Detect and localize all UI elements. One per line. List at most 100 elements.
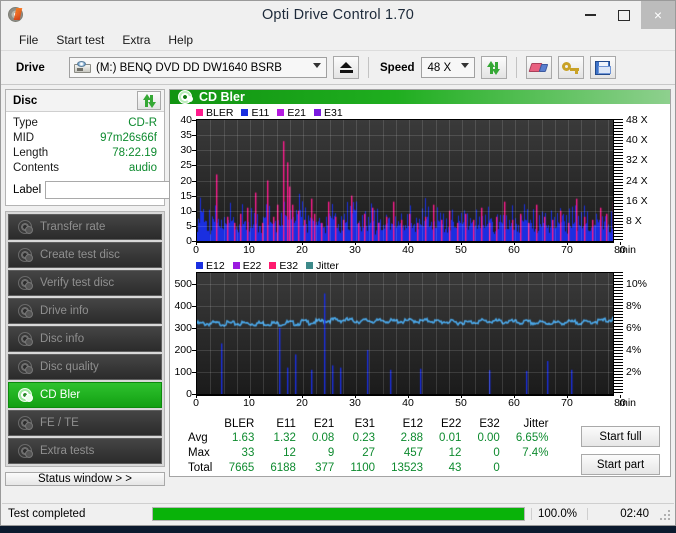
status-window-button[interactable]: Status window > > (5, 472, 165, 486)
eject-button[interactable] (333, 56, 359, 79)
menu-item-file[interactable]: File (10, 31, 47, 49)
bler-chart[interactable]: 0 5 10 15 20 25 30 35 40 8 X 16 X 24 X 32 X 40 X 48 X (170, 114, 670, 247)
sidebar-item-verify-test-disc[interactable]: Verify test disc (8, 270, 162, 296)
grid-line (197, 210, 613, 212)
cell: 7665 (228, 462, 255, 474)
disc-label-key: Label (13, 183, 42, 196)
sidebar-item-create-test-disc[interactable]: Create test disc (8, 242, 162, 268)
col-e12: E12 (402, 418, 424, 430)
sidebar-item-transfer-rate[interactable]: Transfer rate (8, 214, 162, 240)
disc-panel-title: Disc (13, 94, 38, 107)
menu-item-extra[interactable]: Extra (113, 31, 159, 49)
legend-label: E22 (242, 259, 262, 272)
menu-item-start-test[interactable]: Start test (47, 31, 113, 49)
bler-chart-y-axis: 0 5 10 15 20 25 30 35 40 (170, 114, 196, 247)
erase-button[interactable] (525, 56, 552, 79)
y2-tick-label: 8 X (626, 214, 642, 227)
refresh-arrows-icon (142, 93, 157, 108)
grid-line (395, 273, 397, 394)
y-tick-label: 25 (180, 159, 192, 172)
disc-icon (18, 444, 33, 458)
y2-tick-label: 24 X (626, 174, 648, 187)
y2-tick-label: 4% (626, 344, 642, 356)
save-button[interactable] (589, 56, 616, 79)
x-tick (249, 395, 250, 398)
x-tick-label: 50 (455, 244, 467, 256)
disc-icon (18, 388, 33, 402)
grid-line (197, 135, 613, 137)
refresh-button[interactable] (480, 56, 507, 79)
col-e31: E31 (354, 418, 376, 430)
y-tick-label: 100 (174, 366, 192, 378)
grid-line (289, 273, 291, 394)
sidebar-item-disc-info[interactable]: Disc info (8, 326, 162, 352)
progress-percent: 100.0% (531, 508, 587, 520)
legend-swatch (196, 262, 203, 269)
grid-line (382, 120, 384, 241)
sidebar-item-disc-quality[interactable]: Disc quality (8, 354, 162, 380)
x-tick-label: 0 (193, 244, 199, 256)
grid-line (316, 120, 318, 241)
y-tick-label: 200 (174, 344, 192, 356)
eraser-icon (528, 61, 549, 74)
grid-line (501, 120, 503, 241)
col-e21: E21 (313, 418, 335, 430)
grid-line (197, 225, 613, 227)
left-sidebar: Disc Type CD-R MID 97m26s66f Length 78:2… (5, 89, 249, 486)
y2-tick-label: 8% (626, 300, 642, 312)
drive-select[interactable]: (M:) BENQ DVD DD DW1640 BSRB (69, 57, 327, 78)
legend-item-e31: E31 (314, 107, 343, 119)
statistics-area: BLER E11 E21 E31 E12 E22 E32 Jitter Avg (170, 418, 670, 476)
cell: 43 (448, 462, 462, 474)
disc-refresh-button[interactable] (137, 91, 161, 110)
row-label: Total (188, 462, 213, 474)
drive-icon (74, 61, 91, 74)
menu-item-help[interactable]: Help (159, 31, 202, 49)
start-full-button[interactable]: Start full (581, 426, 660, 447)
disc-icon (18, 360, 33, 374)
start-part-button[interactable]: Start part (581, 454, 660, 475)
grid-line (250, 273, 251, 394)
speed-ruler (614, 119, 623, 242)
jitter-chart[interactable]: 0 100 200 300 400 500 2% 4% 6% 8% 10% (170, 272, 670, 400)
grid-line (197, 306, 613, 307)
sidebar-item-cd-bler[interactable]: CD Bler (8, 382, 162, 408)
grid-line (210, 120, 212, 241)
disc-row-length: Length 78:22.19 (13, 146, 157, 161)
grid-line (303, 120, 304, 241)
x-tick (196, 242, 197, 245)
legend-label: E12 (206, 259, 225, 272)
sidebar-item-fe-te[interactable]: FE / TE (8, 410, 162, 436)
resize-grip[interactable] (657, 507, 671, 521)
cell: 377 (315, 462, 335, 474)
key-button[interactable] (557, 56, 584, 79)
speed-select[interactable]: 48 X (420, 57, 475, 78)
sidebar-item-extra-tests[interactable]: Extra tests (8, 438, 162, 464)
grid-line (342, 273, 344, 394)
cell: 9 (327, 447, 335, 459)
bler-chart-speed-axis: 8 X 16 X 24 X 32 X 40 X 48 X (614, 114, 670, 242)
bler-chart-plot (196, 119, 614, 242)
grid-line (197, 150, 613, 152)
grid-line (607, 273, 609, 394)
y-tick-label: 30 (180, 144, 192, 157)
chevron-down-icon (460, 63, 469, 68)
sidebar-item-drive-info[interactable]: Drive info (8, 298, 162, 324)
cell: 457 (403, 447, 424, 459)
legend-item-e32: E32 (269, 260, 298, 272)
grid-line (329, 120, 331, 241)
disc-row-mid: MID 97m26s66f (13, 131, 157, 146)
grid-line (409, 120, 410, 241)
legend-item-e11: E11 (241, 107, 269, 119)
cell (508, 461, 557, 476)
grid-line (250, 120, 251, 241)
x-tick (620, 395, 621, 398)
grid-line (607, 120, 609, 241)
grid-line (554, 273, 556, 394)
cell: 0.08 (311, 432, 335, 444)
legend-item-bler: BLER (196, 107, 233, 119)
x-tick (514, 395, 515, 398)
y-tick-label: 15 (180, 189, 192, 202)
cell: 12 (283, 447, 296, 459)
x-tick (302, 395, 303, 398)
